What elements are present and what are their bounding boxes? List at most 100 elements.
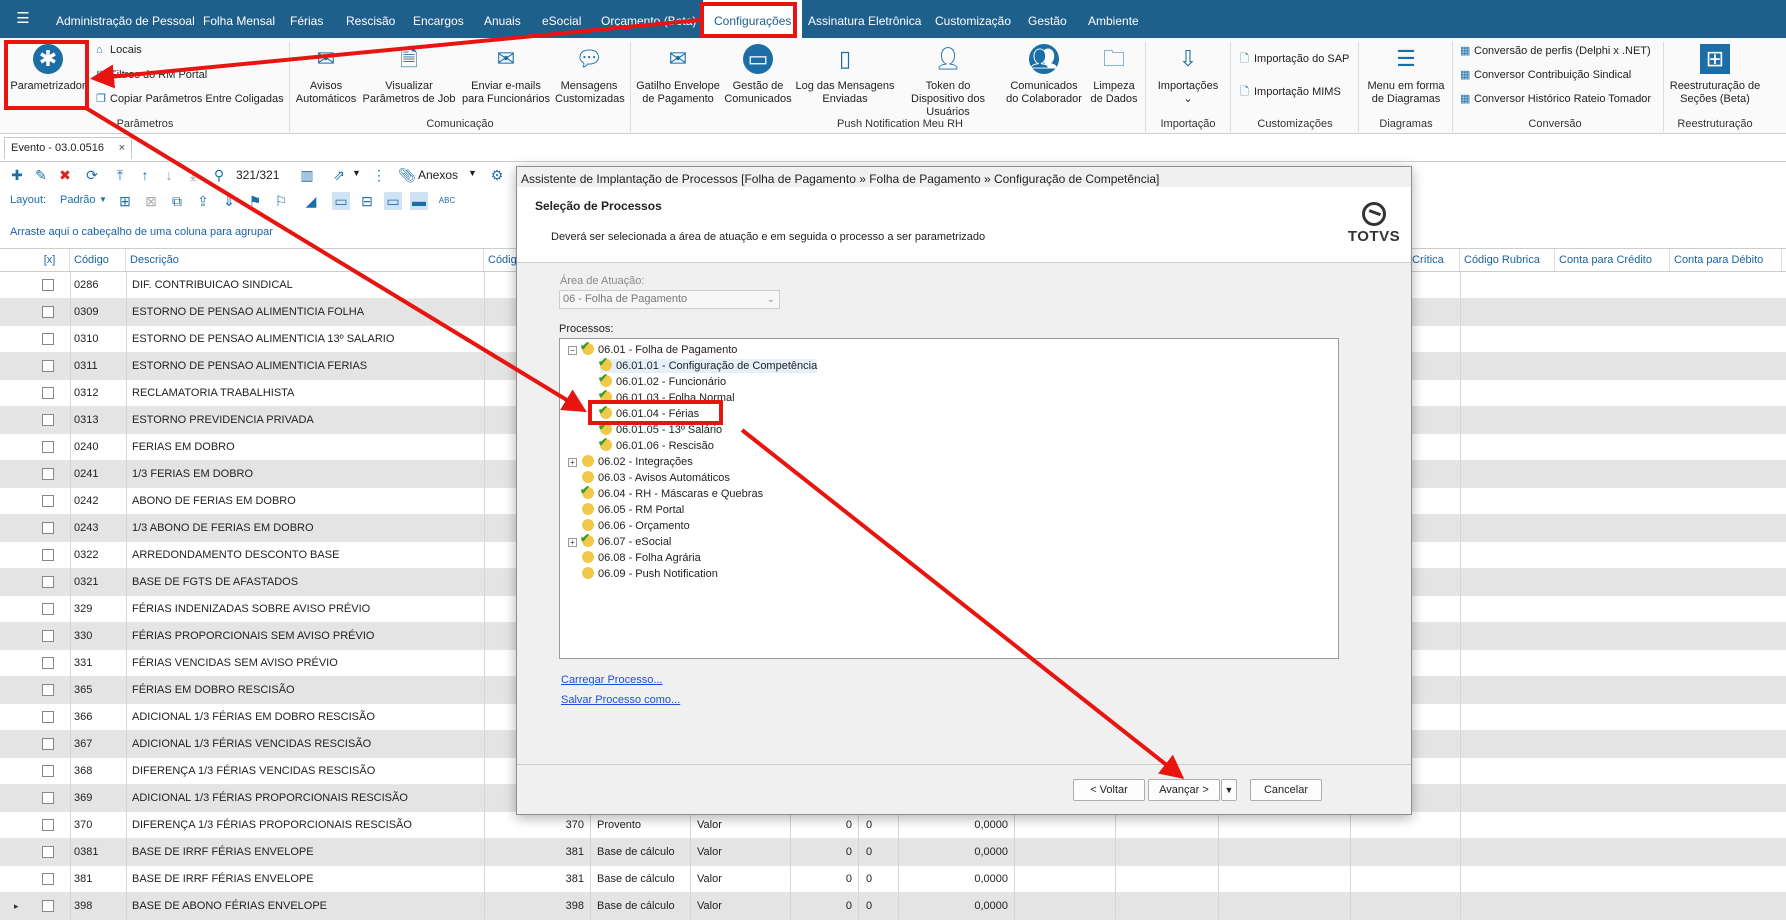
menu-anuais[interactable]: Anuais (484, 0, 521, 38)
header-select[interactable]: [x] (30, 249, 70, 271)
row-checkbox[interactable] (42, 792, 54, 804)
row-checkbox[interactable] (42, 333, 54, 345)
app-menu-icon[interactable]: ☰ (14, 10, 32, 28)
menu-orcamento[interactable]: Orçamento (Beta) (601, 0, 696, 38)
document-tab[interactable]: Evento - 03.0.0516 × (4, 137, 132, 159)
row-checkbox[interactable] (42, 738, 54, 750)
row-checkbox[interactable] (42, 441, 54, 453)
enviar-emails-button[interactable]: ✉ Enviar e-mails para Funcionários (461, 44, 551, 106)
menu-esocial[interactable]: eSocial (542, 0, 581, 38)
gear-icon[interactable]: ⚙ (488, 166, 506, 184)
row-checkbox[interactable] (42, 603, 54, 615)
menu-rescisao[interactable]: Rescisão (346, 0, 395, 38)
previous-record-icon[interactable]: ↑ (136, 166, 154, 184)
voltar-button[interactable]: < Voltar (1073, 779, 1145, 801)
chart-icon[interactable]: ◢ (302, 192, 320, 210)
row-checkbox[interactable] (42, 279, 54, 291)
row-checkbox[interactable] (42, 873, 54, 885)
carregar-processo-link[interactable]: Carregar Processo... (561, 674, 662, 686)
avisos-automaticos-button[interactable]: ✉ Avisos Automáticos (294, 44, 358, 106)
tree-node[interactable]: 06.03 - Avisos Automáticos (582, 471, 730, 485)
mensagens-customizadas-button[interactable]: 💬︎ Mensagens Customizadas (555, 44, 625, 106)
header-critica[interactable]: Crítica (1408, 249, 1460, 271)
layout-upload-icon[interactable]: ⇪ (194, 192, 212, 210)
row-checkbox[interactable] (42, 522, 54, 534)
limpeza-dados-button[interactable]: 🗀 Limpeza de Dados (1089, 44, 1139, 106)
avancar-dropdown-icon[interactable]: ▼ (1221, 779, 1237, 801)
edit-icon[interactable]: ✎ (32, 166, 50, 184)
table-row[interactable]: 0381 BASE DE IRRF FÉRIAS ENVELOPE 381 Base … (0, 839, 1786, 866)
export-icon[interactable]: ⇗ (330, 166, 348, 184)
header-conta-credito[interactable]: Conta para Crédito (1555, 249, 1670, 271)
reestruturacao-button[interactable]: ⊞ Reestruturação de Seções (Beta) (1668, 44, 1762, 106)
filtros-rm-portal-button[interactable]: ▤ Filtros do RM Portal (96, 68, 207, 81)
row-checkbox[interactable] (42, 819, 54, 831)
more-icon[interactable]: ⋮ (370, 166, 388, 184)
last-record-icon[interactable]: ⤓ (184, 166, 202, 184)
row-checkbox[interactable] (42, 711, 54, 723)
tree-node[interactable]: 06.08 - Folha Agrária (582, 551, 701, 565)
first-record-icon[interactable]: ⤒ (111, 166, 129, 184)
visualizar-parametros-job-button[interactable]: 🗎 Visualizar Parâmetros de Job (362, 44, 456, 106)
search-icon[interactable]: ⚲ (210, 166, 228, 184)
layout-save-icon[interactable]: ⊞ (116, 192, 134, 210)
panel-split-icon[interactable]: ⊟ (358, 192, 376, 210)
refresh-icon[interactable]: ⟳ (83, 166, 101, 184)
row-checkbox[interactable] (42, 765, 54, 777)
menu-administracao-pessoal[interactable]: Administração de Pessoal (56, 0, 195, 38)
layout-download-icon[interactable]: ⇓ (220, 192, 238, 210)
process-tree[interactable]: − ✔ 06.01 - Folha de Pagamento ✔ 06.01.01 - … (559, 338, 1339, 659)
collapse-icon[interactable]: − (568, 346, 577, 355)
tree-node[interactable]: 06.02 - Integrações (582, 455, 693, 469)
gatilho-envelope-button[interactable]: ✉ Gatilho Envelope de Pagamento (636, 44, 720, 106)
header-conta-debito[interactable]: Conta para Débito (1670, 249, 1782, 271)
row-checkbox[interactable] (42, 306, 54, 318)
table-row[interactable]: 370 DIFERENÇA 1/3 FÉRIAS PROPORCIONAIS RE… (0, 812, 1786, 839)
row-checkbox[interactable] (42, 630, 54, 642)
row-checkbox[interactable] (42, 468, 54, 480)
delete-icon[interactable]: ✖ (56, 166, 74, 184)
tree-node[interactable]: ✔ 06.01.06 - Rescisão (598, 435, 714, 453)
menu-ambiente[interactable]: Ambiente (1088, 0, 1139, 38)
layout-delete-icon[interactable]: ⊠ (142, 192, 160, 210)
menu-encargos[interactable]: Encargos (413, 0, 464, 38)
chevron-down-icon[interactable]: ▼ (468, 168, 477, 178)
table-row[interactable]: 381 BASE DE IRRF FÉRIAS ENVELOPE 381 Base d… (0, 866, 1786, 893)
menu-assinatura-eletronica[interactable]: Assinatura Eletrônica (808, 0, 921, 38)
tree-node[interactable]: ✔ 06.01.01 - Configuração de Competência (598, 355, 818, 373)
cancelar-button[interactable]: Cancelar (1250, 779, 1322, 801)
gestao-comunicados-button[interactable]: ▭ Gestão de Comunicados (724, 44, 792, 106)
row-checkbox[interactable] (42, 360, 54, 372)
importacao-mims-button[interactable]: 🗋 Importação MIMS (1240, 83, 1341, 102)
avancar-button[interactable]: Avançar > (1148, 779, 1220, 801)
row-checkbox[interactable] (42, 549, 54, 561)
tree-node[interactable]: 06.06 - Orçamento (582, 519, 690, 533)
panel-top-icon[interactable]: ▭ (384, 192, 402, 210)
row-checkbox[interactable] (42, 846, 54, 858)
area-atuacao-select[interactable]: 06 - Folha de Pagamento ⌄ (559, 290, 780, 309)
row-checkbox[interactable] (42, 387, 54, 399)
tree-node[interactable]: ✔ 06.07 - eSocial (580, 531, 671, 549)
anexos-button[interactable]: Anexos (418, 168, 458, 182)
log-mensagens-button[interactable]: ▯ Log das Mensagens Enviadas (795, 44, 895, 106)
conversor-sindical-button[interactable]: ▦ Conversor Contribuição Sindical (1460, 68, 1631, 81)
layout-copy-icon[interactable]: ⧉ (168, 192, 186, 210)
add-icon[interactable]: ✚ (8, 166, 26, 184)
tree-node[interactable]: ✔ 06.01.02 - Funcionário (598, 371, 726, 389)
tree-node[interactable]: 06.09 - Push Notification (582, 567, 718, 581)
importacoes-button[interactable]: ⇩ Importações ⌄ (1152, 44, 1224, 106)
row-checkbox[interactable] (42, 684, 54, 696)
close-tab-icon[interactable]: × (119, 138, 125, 158)
panel-bottom-icon[interactable]: ▭ (332, 192, 350, 210)
pin-icon[interactable]: ⚐ (272, 192, 290, 210)
tree-node[interactable]: ✔ 06.01.05 - 13º Salário (598, 419, 722, 437)
tree-node[interactable]: ✔ 06.04 - RH - Máscaras e Quebras (580, 483, 763, 501)
locais-button[interactable]: ⌂ Locais (96, 44, 142, 56)
row-checkbox[interactable] (42, 576, 54, 588)
expand-icon[interactable]: + (568, 458, 577, 467)
chevron-down-icon[interactable]: ▼ (99, 195, 107, 204)
menu-customizacao[interactable]: Customização (935, 0, 1011, 38)
header-extra[interactable]: C (1782, 249, 1786, 271)
form-view-icon[interactable]: ▥ (298, 166, 316, 184)
comunicados-colaborador-button[interactable]: 👥︎ Comunicados do Colaborador (1003, 44, 1085, 106)
